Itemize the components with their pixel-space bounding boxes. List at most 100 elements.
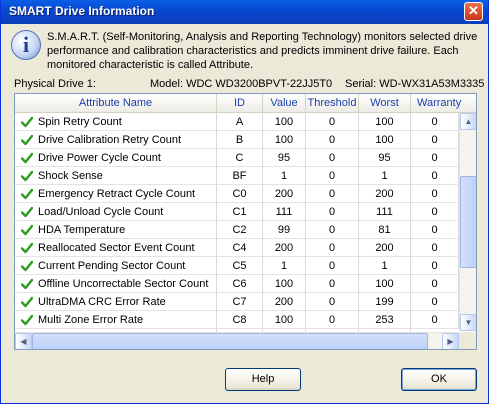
attribute-value-cell: 200 <box>263 293 306 311</box>
attribute-name-cell: UltraDMA CRC Error Rate <box>15 293 217 311</box>
attribute-value-cell: 1 <box>263 257 306 275</box>
attribute-value-cell: 200 <box>263 239 306 257</box>
attribute-id-cell: C2 <box>217 221 263 239</box>
attribute-name-cell: Multi Zone Error Rate <box>15 311 217 329</box>
attribute-value-cell: 200 <box>263 185 306 203</box>
column-header-attribute-name[interactable]: Attribute Name <box>15 94 217 112</box>
table-row[interactable]: Drive Power Cycle Count C 95 0 95 0 <box>15 149 459 167</box>
attribute-value-cell: 100 <box>263 131 306 149</box>
table-row[interactable]: Spin Retry Count A 100 0 100 0 <box>15 113 459 131</box>
attribute-warranty-cell: 0 <box>411 149 459 167</box>
title-bar[interactable]: SMART Drive Information ✕ <box>1 0 488 24</box>
attribute-value-cell: 100 <box>263 275 306 293</box>
check-icon <box>21 296 33 308</box>
attribute-value-cell: 99 <box>263 221 306 239</box>
scroll-right-button[interactable]: ▶ <box>442 333 459 349</box>
check-icon <box>21 188 33 200</box>
table-row[interactable]: Emergency Retract Cycle Count C0 200 0 200 0 <box>15 185 459 203</box>
attribute-id-cell: BF <box>217 167 263 185</box>
attribute-value-cell: 100 <box>263 113 306 131</box>
column-header-id[interactable]: ID <box>217 94 263 112</box>
attribute-name: Load/Unload Cycle Count <box>38 206 164 218</box>
attribute-name-cell: Emergency Retract Cycle Count <box>15 185 217 203</box>
table-row[interactable]: Shock Sense BF 1 0 1 0 <box>15 167 459 185</box>
check-icon <box>21 152 33 164</box>
attribute-id-cell: B <box>217 131 263 149</box>
attribute-threshold-cell: 0 <box>306 149 359 167</box>
attribute-warranty-cell: 0 <box>411 113 459 131</box>
attribute-worst-cell: 95 <box>359 149 411 167</box>
check-icon <box>21 206 33 218</box>
attribute-name-cell: Load/Unload Cycle Count <box>15 203 217 221</box>
attribute-name: Shock Sense <box>38 170 103 182</box>
attribute-worst-cell: 100 <box>359 275 411 293</box>
attribute-threshold-cell: 0 <box>306 257 359 275</box>
vertical-scroll-thumb[interactable] <box>460 176 476 268</box>
ok-button[interactable]: OK <box>401 368 477 391</box>
table-row[interactable]: HDA Temperature C2 99 0 81 0 <box>15 221 459 239</box>
table-row[interactable]: Multi Zone Error Rate C8 100 0 253 0 <box>15 311 459 329</box>
help-button[interactable]: Help <box>225 368 301 391</box>
attribute-warranty-cell: 0 <box>411 203 459 221</box>
attribute-worst-cell: 81 <box>359 221 411 239</box>
window-title: SMART Drive Information <box>9 4 155 18</box>
table-row[interactable]: Drive Calibration Retry Count B 100 0 100 0 <box>15 131 459 149</box>
column-header-value[interactable]: Value <box>263 94 306 112</box>
attribute-warranty-cell: 0 <box>411 239 459 257</box>
table-row[interactable]: Current Pending Sector Count C5 1 0 1 0 <box>15 257 459 275</box>
attribute-id-cell: C4 <box>217 239 263 257</box>
attribute-threshold-cell: 0 <box>306 167 359 185</box>
attribute-name: Reallocated Sector Event Count <box>38 242 195 254</box>
column-header-worst[interactable]: Worst <box>359 94 411 112</box>
attributes-table[interactable]: Attribute Name ID Value Threshold Worst … <box>14 93 477 350</box>
horizontal-scrollbar[interactable]: ◀ ▶ <box>15 332 459 349</box>
attribute-id-cell: C0 <box>217 185 263 203</box>
drive-serial: Serial: WD-WX31A53M3335 <box>345 78 485 90</box>
attribute-name-cell: Spin Retry Count <box>15 113 217 131</box>
scroll-up-button[interactable]: ▲ <box>460 113 476 130</box>
attribute-id-cell: C6 <box>217 275 263 293</box>
attribute-name: Multi Zone Error Rate <box>38 314 144 326</box>
attribute-value-cell: 111 <box>263 203 306 221</box>
drive-model: Model: WDC WD3200BPVT-22JJ5T0 <box>150 78 333 90</box>
attribute-id-cell: A <box>217 113 263 131</box>
column-header-warranty[interactable]: Warranty <box>411 94 476 112</box>
attribute-threshold-cell: 0 <box>306 311 359 329</box>
scrollbar-corner <box>459 332 476 349</box>
attribute-name: Spin Retry Count <box>38 116 122 128</box>
vertical-scrollbar[interactable]: ▲ ▼ <box>459 113 476 331</box>
check-icon <box>21 278 33 290</box>
attribute-value-cell: 1 <box>263 167 306 185</box>
table-row[interactable]: Reallocated Sector Event Count C4 200 0 200 0 <box>15 239 459 257</box>
column-header-threshold[interactable]: Threshold <box>306 94 359 112</box>
attribute-name: Emergency Retract Cycle Count <box>38 188 196 200</box>
attribute-warranty-cell: 0 <box>411 221 459 239</box>
attribute-warranty-cell: 0 <box>411 257 459 275</box>
info-text: S.M.A.R.T. (Self-Monitoring, Analysis an… <box>47 31 478 71</box>
attribute-name: Current Pending Sector Count <box>38 260 186 272</box>
attribute-name: Drive Power Cycle Count <box>38 152 161 164</box>
attribute-threshold-cell: 0 <box>306 275 359 293</box>
attribute-name-cell: Drive Power Cycle Count <box>15 149 217 167</box>
attribute-value-cell: 95 <box>263 149 306 167</box>
attribute-worst-cell: 100 <box>359 113 411 131</box>
attribute-threshold-cell: 0 <box>306 131 359 149</box>
check-icon <box>21 170 33 182</box>
check-icon <box>21 134 33 146</box>
attribute-warranty-cell: 0 <box>411 131 459 149</box>
attribute-name-cell: Offline Uncorrectable Sector Count <box>15 275 217 293</box>
attribute-warranty-cell: 0 <box>411 275 459 293</box>
scroll-left-button[interactable]: ◀ <box>15 333 32 349</box>
close-button[interactable]: ✕ <box>464 2 483 21</box>
table-row[interactable]: UltraDMA CRC Error Rate C7 200 0 199 0 <box>15 293 459 311</box>
table-row[interactable]: Load/Unload Cycle Count C1 111 0 111 0 <box>15 203 459 221</box>
smart-dialog: SMART Drive Information ✕ i S.M.A.R.T. (… <box>0 0 489 404</box>
attribute-name-cell: Drive Calibration Retry Count <box>15 131 217 149</box>
horizontal-scroll-thumb[interactable] <box>32 333 428 349</box>
attribute-id-cell: C7 <box>217 293 263 311</box>
scroll-down-button[interactable]: ▼ <box>460 314 476 331</box>
table-row[interactable]: Offline Uncorrectable Sector Count C6 100 0… <box>15 275 459 293</box>
drive-info: Physical Drive 1: Model: WDC WD3200BPVT-… <box>14 78 484 92</box>
attribute-id-cell: C8 <box>217 311 263 329</box>
attribute-name: HDA Temperature <box>38 224 126 236</box>
